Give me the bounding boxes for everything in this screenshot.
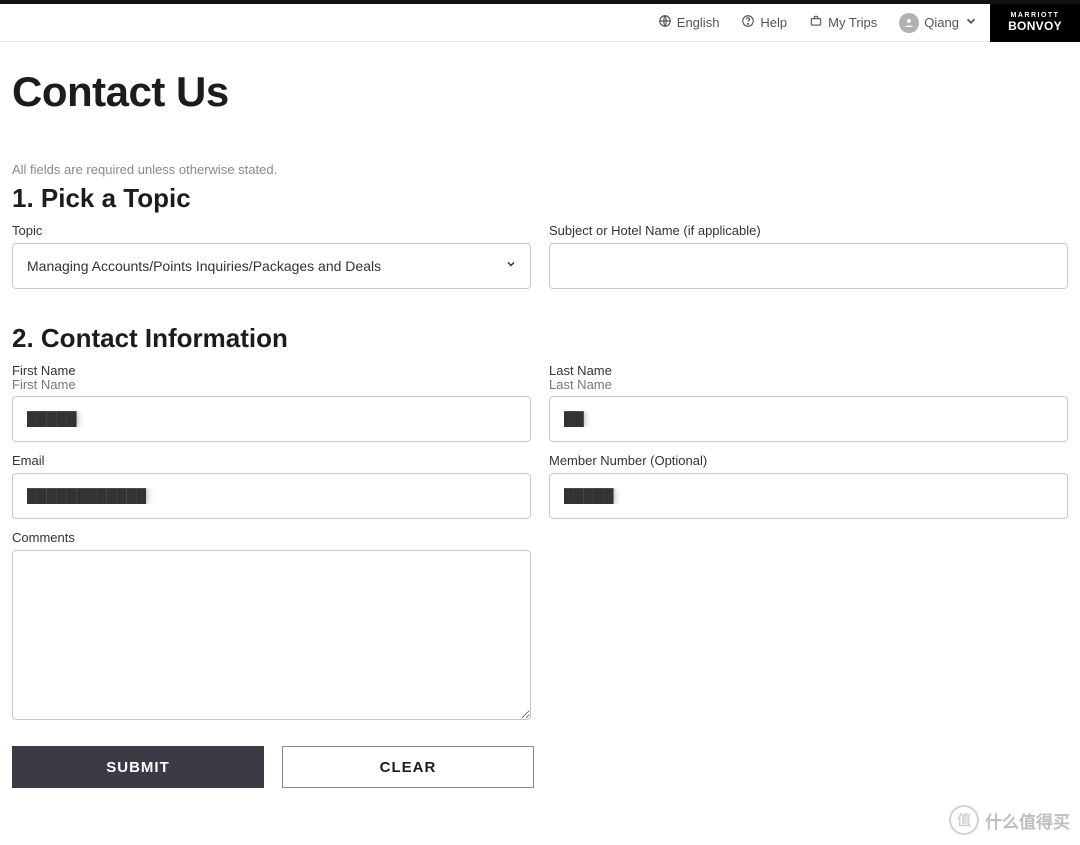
member-number-label: Member Number (Optional) [549, 454, 1068, 467]
user-name: Qiang [924, 15, 959, 30]
language-selector[interactable]: English [658, 14, 720, 31]
watermark-text: 什么值得买 [985, 808, 1070, 833]
subject-input[interactable] [549, 243, 1068, 289]
watermark: 值 什么值得买 [949, 805, 1070, 835]
brand-big: BONVOY [1008, 19, 1062, 33]
last-name-label: Last Name [549, 364, 1068, 377]
email-input[interactable] [12, 473, 531, 519]
page-title: Contact Us [12, 68, 1068, 116]
submit-button[interactable]: SUBMIT [12, 746, 264, 788]
mytrips-label: My Trips [828, 15, 877, 30]
first-name-label: First Name [12, 364, 531, 377]
language-label: English [677, 15, 720, 30]
comments-textarea[interactable] [12, 550, 531, 720]
brand-small: MARRIOTT [1011, 12, 1060, 19]
globe-icon [658, 14, 672, 31]
clear-button[interactable]: CLEAR [282, 746, 534, 788]
section-pick-topic-title: 1. Pick a Topic [12, 183, 1068, 214]
avatar-icon [899, 13, 919, 33]
section-contact-info-title: 2. Contact Information [12, 323, 1068, 354]
help-link[interactable]: Help [741, 14, 787, 31]
user-menu[interactable]: Qiang [899, 13, 978, 33]
brand-logo[interactable]: MARRIOTT BONVOY [990, 4, 1080, 42]
comments-label: Comments [12, 531, 531, 544]
last-name-input[interactable] [549, 396, 1068, 442]
first-name-sublabel: First Name [12, 377, 531, 392]
help-label: Help [760, 15, 787, 30]
suitcase-icon [809, 14, 823, 31]
watermark-icon: 值 [949, 805, 979, 835]
mytrips-link[interactable]: My Trips [809, 14, 877, 31]
chevron-down-icon [964, 14, 978, 31]
help-icon [741, 14, 755, 31]
email-label: Email [12, 454, 531, 467]
top-utility-bar: English Help My Trips Qiang MARRIOTT BON… [0, 0, 1080, 42]
topic-label: Topic [12, 224, 531, 237]
subject-label: Subject or Hotel Name (if applicable) [549, 224, 1068, 237]
last-name-sublabel: Last Name [549, 377, 1068, 392]
required-hint: All fields are required unless otherwise… [12, 162, 1068, 177]
first-name-input[interactable] [12, 396, 531, 442]
topic-select[interactable]: Managing Accounts/Points Inquiries/Packa… [12, 243, 531, 289]
member-number-input[interactable] [549, 473, 1068, 519]
